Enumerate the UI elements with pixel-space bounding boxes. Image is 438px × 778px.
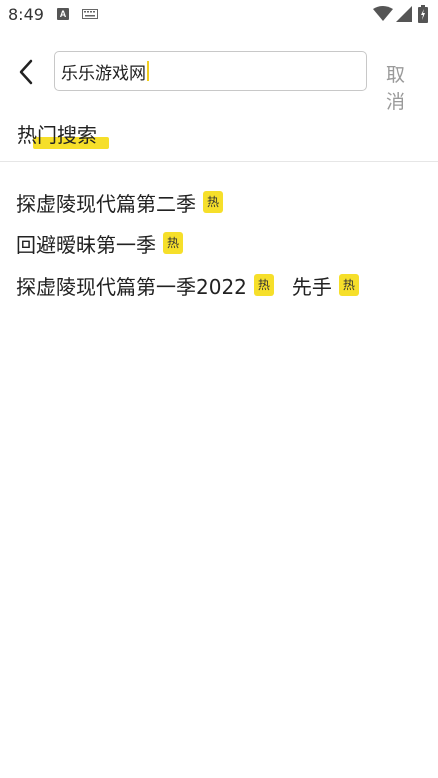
- hot-search-item-label: 先手: [291, 274, 332, 299]
- hot-badge: 热: [163, 232, 183, 254]
- hot-badge: 热: [338, 274, 359, 296]
- hot-row: 回避暧昧第一季 热: [16, 228, 201, 258]
- status-time: 8:49: [8, 5, 44, 24]
- search-input-value: 乐乐游戏网: [61, 63, 146, 84]
- status-bar: 8:49 A: [0, 0, 438, 30]
- hot-row: 探虚陵现代篇第二季 热: [16, 187, 241, 217]
- hot-search-item-label: 探虚陵现代篇第二季: [16, 191, 196, 216]
- signal-icon: [396, 6, 412, 22]
- search-input[interactable]: 乐乐游戏网: [54, 51, 367, 91]
- hot-badge: 热: [203, 191, 223, 213]
- keyboard-icon: [82, 9, 98, 19]
- divider: [0, 161, 438, 162]
- hot-search-item[interactable]: 先手 热: [292, 271, 359, 300]
- back-button[interactable]: [10, 55, 42, 89]
- a-app-icon: A: [57, 8, 69, 20]
- hot-search-item[interactable]: 探虚陵现代篇第二季 热: [16, 188, 223, 217]
- battery-icon: [418, 5, 428, 23]
- hot-badge: 热: [253, 274, 274, 296]
- back-arrow-icon: [19, 59, 33, 85]
- hot-search-item[interactable]: 回避暧昧第一季 热: [16, 229, 183, 258]
- hot-search-item-label: 探虚陵现代篇第一季2022: [16, 274, 247, 299]
- hot-search-item[interactable]: 探虚陵现代篇第一季2022 热: [16, 271, 274, 300]
- hot-search-item-label: 回避暧昧第一季: [16, 232, 156, 257]
- text-caret: [147, 61, 149, 81]
- hot-search-title: 热门搜索: [17, 123, 97, 147]
- wifi-icon: [373, 6, 393, 21]
- hot-row: 探虚陵现代篇第一季2022 热 先手 热: [16, 270, 377, 300]
- cancel-button[interactable]: 取 消: [386, 60, 438, 114]
